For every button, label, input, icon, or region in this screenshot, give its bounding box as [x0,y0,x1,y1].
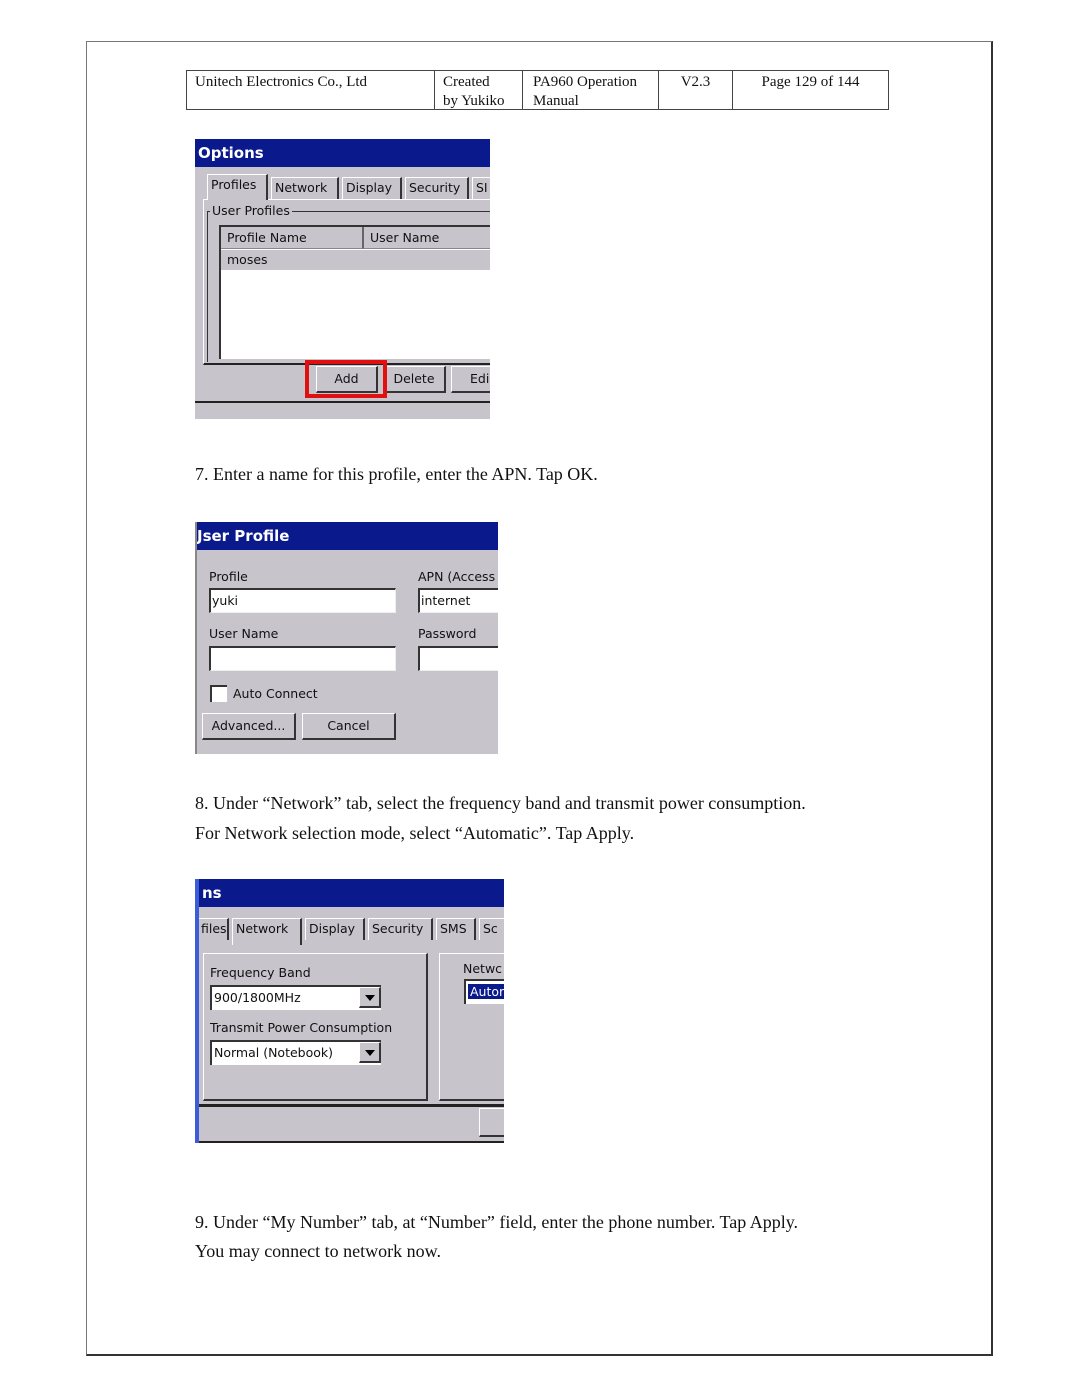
user-profile-screenshot: Jser Profile Profile yuki APN (Access in… [195,522,498,754]
add-button-highlight [305,360,387,398]
header-version: V2.3 [659,71,733,109]
window-title: Options [195,139,490,167]
command-bar-divider [195,401,490,403]
tab-strip: Profiles Network Display Security SI [207,174,490,201]
password-input[interactable] [418,646,498,671]
user-name-input[interactable] [209,646,396,671]
tab-security[interactable]: Security [368,918,433,940]
auto-connect-label: Auto Connect [233,686,318,701]
delete-button[interactable]: Delete [383,366,446,393]
list-item[interactable]: moses [221,250,490,270]
apply-button[interactable] [479,1108,504,1137]
password-label: Password [418,626,477,641]
profile-input[interactable]: yuki [209,588,396,613]
network-selection-select[interactable]: Autor [464,979,504,1004]
profile-label: Profile [209,569,248,584]
user-name-label: User Name [209,626,279,641]
chevron-down-icon[interactable] [359,987,381,1008]
tab-more[interactable]: Sc [479,918,504,940]
transmit-power-value: Normal (Notebook) [214,1045,334,1060]
frequency-band-value: 900/1800MHz [214,990,301,1005]
transmit-power-label: Transmit Power Consumption [210,1020,393,1035]
command-bar-divider [199,1104,504,1107]
chevron-down-icon[interactable] [359,1042,381,1063]
column-user-name[interactable]: User Name [364,227,490,249]
frequency-band-label: Frequency Band [210,965,311,980]
tab-sms[interactable]: SMS [436,918,476,940]
window-title: Jser Profile [197,522,498,550]
tab-security[interactable]: Security [405,177,469,199]
tab-network[interactable]: Network [271,177,339,199]
network-selection-value: Autor [468,984,504,999]
transmit-power-select[interactable]: Normal (Notebook) [210,1040,381,1065]
header-doc-line1: PA960 Operation [533,74,638,90]
header-page-number: Page 129 of 144 [761,74,860,90]
header-company: Unitech Electronics Co., Ltd [187,71,435,109]
header-doc-line2: Manual [533,93,579,109]
tab-sms[interactable]: SI [472,177,490,199]
cancel-button[interactable]: Cancel [302,713,396,740]
user-profiles-label: User Profiles [210,203,292,218]
network-selection-label: Netwc [463,961,503,976]
window-title: ns [199,879,504,907]
apn-label: APN (Access [418,569,496,584]
document-header-table: Unitech Electronics Co., Ltd Created by Y… [186,70,889,110]
step-8-line-2: For Network selection mode, select “Auto… [195,823,635,843]
frequency-band-select[interactable]: 900/1800MHz [210,985,381,1010]
options-profiles-screenshot: Options Profiles Network Display Securit… [195,139,490,419]
tab-profiles[interactable]: Profiles [207,174,268,200]
tab-profiles[interactable]: files [199,918,229,940]
step-9-line-1: 9. Under “My Number” tab, at “Number” fi… [195,1212,799,1232]
edit-button[interactable]: Edi [451,366,490,393]
step-8-line-1: 8. Under “Network” tab, select the frequ… [195,793,806,813]
step-7-text: 7. Enter a name for this profile, enter … [195,464,598,484]
header-doc-title: PA960 Operation Manual [523,71,659,109]
step-9-line-2: You may connect to network now. [195,1241,441,1261]
column-profile-name[interactable]: Profile Name [221,227,364,249]
profiles-list[interactable]: Profile Name User Name moses [219,225,490,359]
network-tab-screenshot: ns files Network Display Security SMS Sc… [195,879,504,1143]
tab-display[interactable]: Display [342,177,402,199]
header-created-label: Created [443,74,490,90]
advanced-button[interactable]: Advanced... [202,713,296,740]
header-created-by: by Yukiko [443,93,505,109]
tab-network[interactable]: Network [232,918,302,945]
bottom-divider [199,1141,504,1143]
auto-connect-checkbox[interactable] [210,685,227,702]
apn-input[interactable]: internet [418,588,498,613]
tab-display[interactable]: Display [305,918,365,940]
header-author: Created by Yukiko [435,71,523,109]
